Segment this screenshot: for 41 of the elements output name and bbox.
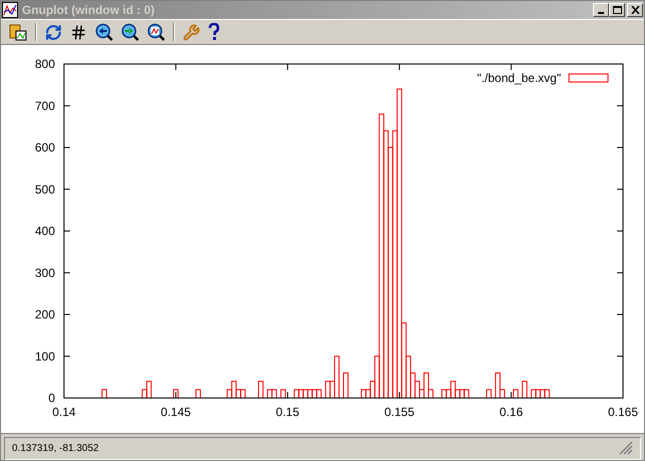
histogram-bar [258, 380, 264, 398]
legend-label: "./bond_be.xvg" [477, 71, 561, 85]
maximize-button[interactable] [609, 3, 625, 17]
copy-clipboard-icon[interactable] [9, 23, 27, 41]
resize-grip-icon[interactable] [619, 441, 633, 455]
y-tick-label: 0 [48, 391, 55, 405]
legend-swatch [568, 74, 608, 82]
y-tick-label: 500 [34, 182, 55, 196]
cursor-coordinates: 0.137319, -81.3052 [12, 442, 99, 456]
histogram-bar [280, 389, 286, 398]
grid-icon[interactable] [70, 24, 87, 40]
histogram-bar [343, 372, 348, 398]
x-tick-label: 0.145 [160, 405, 191, 419]
y-tick-label: 800 [34, 57, 55, 71]
y-tick-label: 100 [34, 349, 55, 364]
zoom-next-icon[interactable] [121, 23, 139, 41]
x-tick-label: 0.155 [384, 405, 414, 419]
minimize-button[interactable] [593, 3, 609, 17]
histogram-bar [102, 389, 107, 398]
x-tick-label: 0.15 [276, 405, 300, 419]
x-tick-label: 0.16 [500, 405, 523, 419]
histogram-bar [486, 389, 492, 398]
histogram-bar [195, 389, 201, 398]
x-tick-label: 0.14 [52, 405, 76, 419]
y-tick-label: 200 [34, 308, 55, 322]
x-tick-label: 0.165 [608, 405, 638, 419]
histogram-bar [173, 389, 179, 398]
autoscale-icon[interactable] [147, 23, 165, 41]
maximize-icon [612, 6, 622, 14]
window-title: Gnuplot (window id : 0) [22, 2, 155, 19]
histogram-bar [512, 389, 518, 398]
y-tick-label: 600 [34, 140, 55, 154]
close-icon [630, 6, 640, 14]
close-button[interactable] [627, 3, 643, 17]
y-tick-label: 700 [34, 98, 55, 113]
zoom-previous-icon[interactable] [95, 23, 113, 41]
y-tick-label: 300 [34, 266, 55, 280]
histogram-bar [522, 380, 528, 398]
y-tick-label: 400 [34, 224, 55, 238]
help-icon[interactable] [208, 23, 220, 41]
refresh-icon[interactable] [45, 24, 62, 40]
